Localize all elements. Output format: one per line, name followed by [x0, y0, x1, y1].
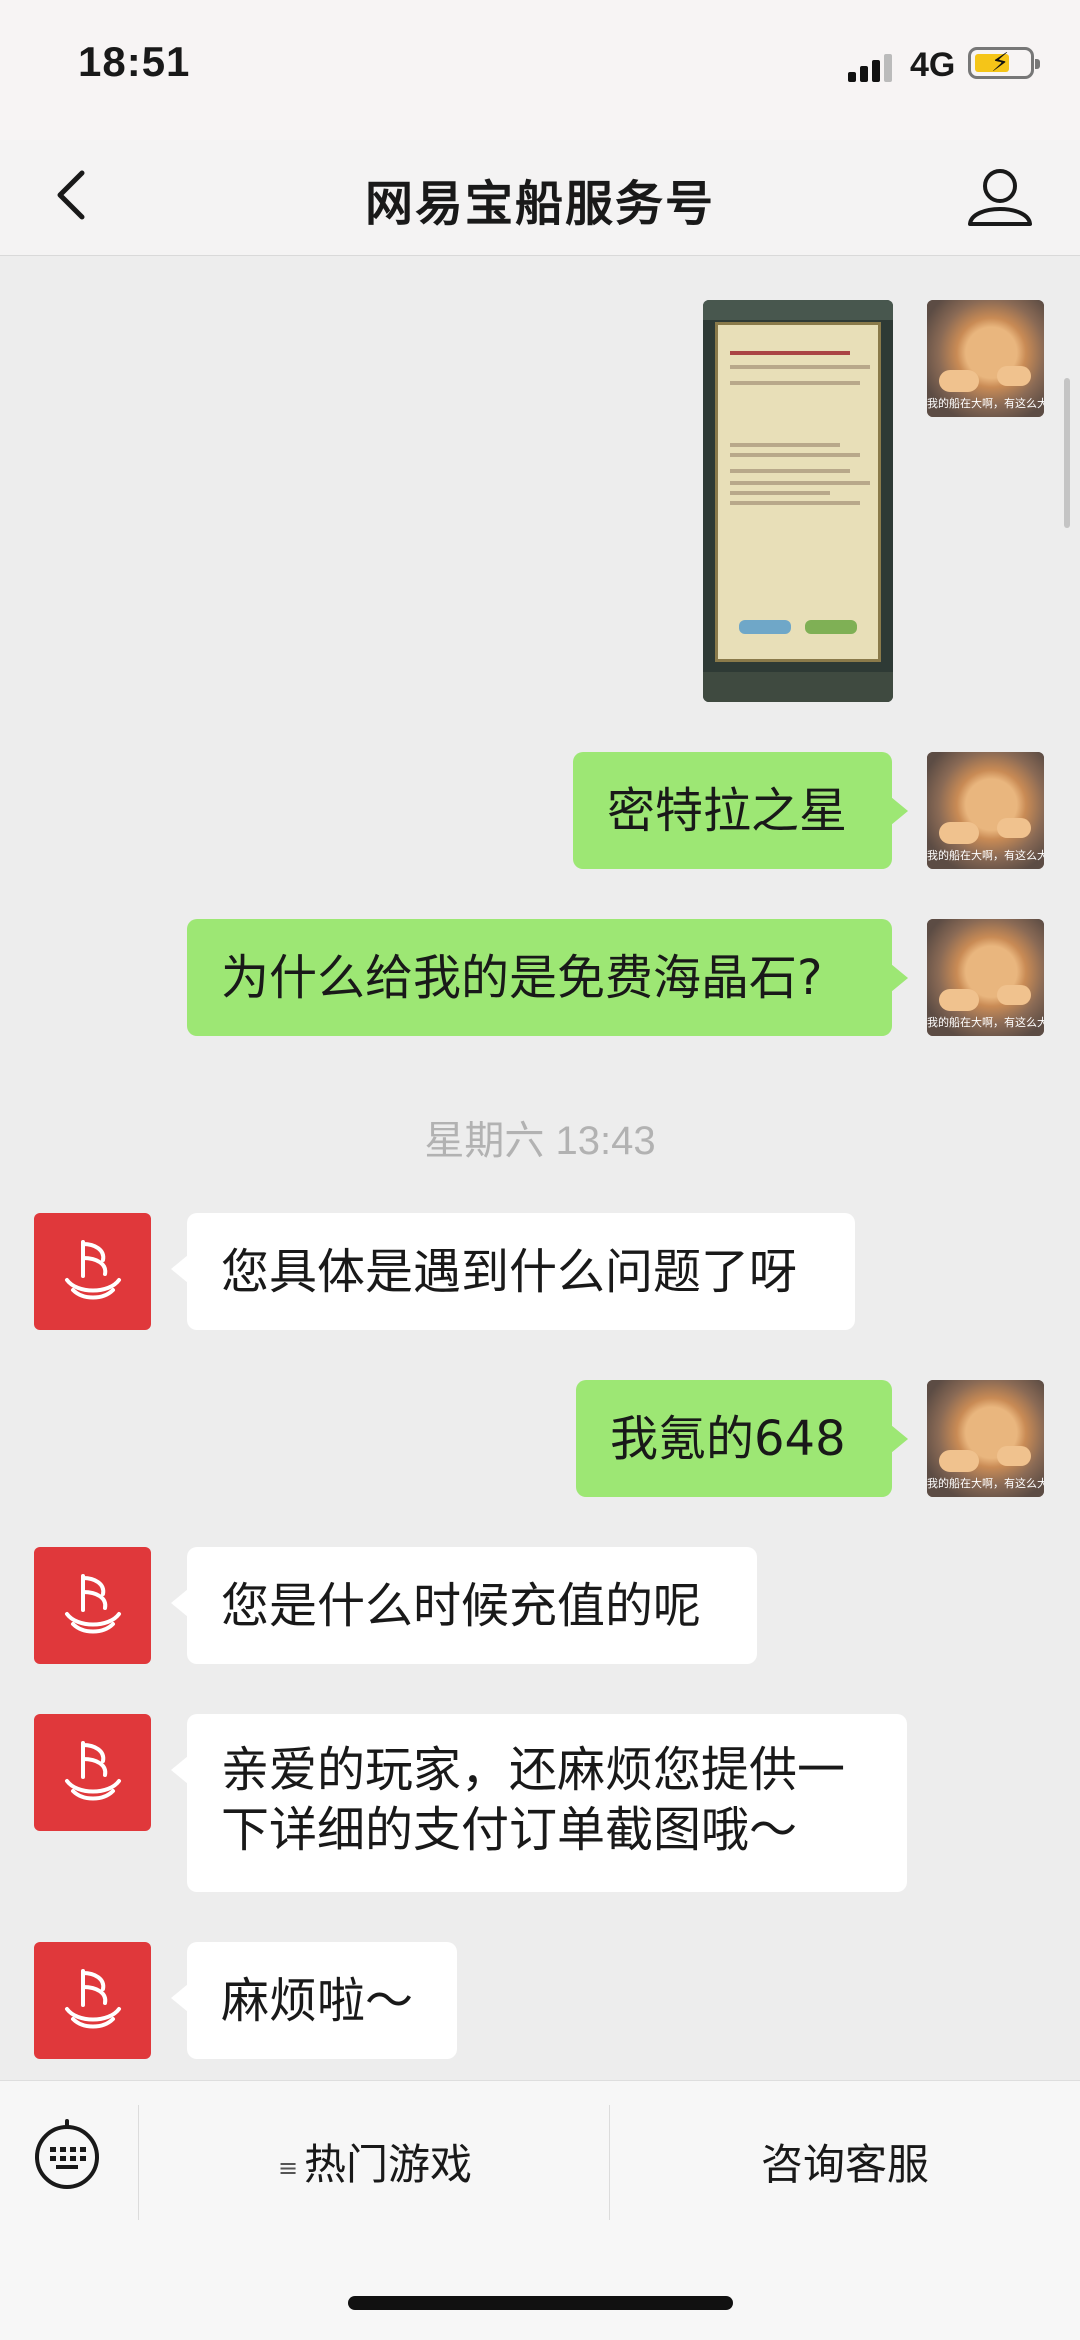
menu-list-icon: ≡ [277, 2153, 299, 2182]
message-text: 密特拉之星 [607, 782, 848, 839]
message-bubble-sent[interactable]: 密特拉之星 [573, 752, 908, 869]
message-bubble-received[interactable]: 您具体是遇到什么问题了呀 [171, 1213, 855, 1330]
chat-timestamp: 星期六 13:43 [424, 1119, 656, 1163]
network-type: 4G [910, 46, 956, 84]
message-text-line: 亲爱的玩家，还麻烦您提供一 [221, 1742, 846, 1798]
image-message-thumbnail[interactable] [703, 300, 893, 702]
message-bubble-received[interactable]: 麻烦啦～ [171, 1942, 457, 2059]
message-text: 为什么给我的是免费海晶石? [221, 949, 823, 1006]
my-avatar[interactable]: 我的船在大啊，有这么大 [927, 1380, 1044, 1497]
status-time: 18:51 [78, 38, 191, 85]
my-avatar[interactable]: 我的船在大啊，有这么大 [927, 752, 1044, 869]
message-text: 您是什么时候充值的呢 [221, 1577, 702, 1634]
page-title: 网易宝船服务号 [364, 176, 715, 232]
message-bubble-received[interactable]: 您是什么时候充值的呢 [171, 1547, 757, 1664]
menu-hot-games-label: 热门游戏 [304, 2140, 473, 2189]
battery-icon: ⚡ [968, 47, 1040, 79]
message-text: 麻烦啦～ [221, 1972, 414, 2029]
nav-bar: 网易宝船服务号 [0, 140, 1080, 256]
scrollbar[interactable] [1064, 378, 1070, 528]
message-bubble-sent[interactable]: 我氪的648 [576, 1380, 908, 1497]
message-bubble-received[interactable]: 亲爱的玩家，还麻烦您提供一 下详细的支付订单截图哦～ [171, 1714, 907, 1892]
home-indicator[interactable] [348, 2296, 733, 2310]
status-bar: 18:51 4G ⚡ [0, 0, 1080, 140]
message-bubble-sent[interactable]: 为什么给我的是免费海晶石? [187, 919, 908, 1036]
divider [138, 2105, 139, 2220]
signal-icon [848, 52, 894, 82]
menu-hot-games[interactable]: ≡ 热门游戏 [140, 2131, 610, 2192]
my-avatar[interactable]: 我的船在大啊，有这么大 [927, 300, 1044, 417]
netease-ship-logo-icon[interactable] [34, 1942, 151, 2059]
menu-customer-service[interactable]: 咨询客服 [610, 2131, 1080, 2192]
menu-customer-service-label: 咨询客服 [760, 2140, 929, 2189]
message-text-line: 下详细的支付订单截图哦～ [221, 1802, 798, 1858]
netease-ship-logo-icon[interactable] [34, 1547, 151, 1664]
message-text: 我氪的648 [610, 1410, 846, 1467]
my-avatar[interactable]: 我的船在大啊，有这么大 [927, 919, 1044, 1036]
netease-ship-logo-icon[interactable] [34, 1714, 151, 1831]
person-icon[interactable] [960, 158, 1040, 238]
netease-ship-logo-icon[interactable] [34, 1213, 151, 1330]
message-text: 您具体是遇到什么问题了呀 [221, 1243, 798, 1300]
keyboard-icon[interactable] [32, 2119, 102, 2189]
